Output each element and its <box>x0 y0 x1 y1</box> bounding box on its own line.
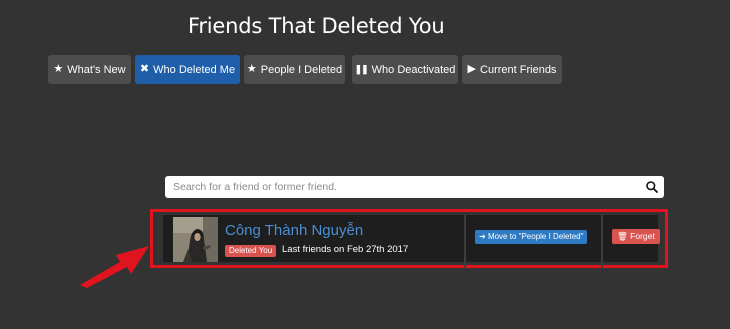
friend-row: Công Thành Nguyễn Deleted You Last frien… <box>150 209 668 268</box>
status-badge: Deleted You <box>225 245 277 257</box>
avatar-image <box>173 217 218 262</box>
tab-label: What's New <box>67 63 126 76</box>
tab-whats-new[interactable]: ★ What's New <box>48 55 131 84</box>
forget-button[interactable]: 🗑 Forget <box>612 229 660 244</box>
tab-label: Who Deleted Me <box>153 63 236 76</box>
avatar[interactable] <box>173 217 218 262</box>
tab-label: People I Deleted <box>260 63 343 76</box>
tab-who-deleted-me[interactable]: ✖ Who Deleted Me <box>135 55 240 84</box>
page: Friends That Deleted You ★ What's New ✖ … <box>0 0 730 329</box>
move-to-people-i-deleted-button[interactable]: ➜ Move to "People I Deleted" <box>475 230 588 244</box>
star-icon: ★ <box>53 63 64 75</box>
tab-label: Who Deactivated <box>371 63 456 76</box>
move-button-label: Move to "People I Deleted" <box>487 232 584 241</box>
search-icon[interactable] <box>645 180 659 194</box>
arrow-right-icon: ➜ <box>479 232 486 241</box>
search-box <box>165 176 664 198</box>
forget-button-label: Forget <box>630 231 655 241</box>
play-icon: ▶ <box>467 63 477 75</box>
search-input[interactable] <box>165 176 635 198</box>
friend-name[interactable]: Công Thành Nguyễn <box>225 222 363 239</box>
tab-label: Current Friends <box>480 63 557 76</box>
pause-icon: ❚❚ <box>354 64 369 74</box>
red-arrow-annotation <box>80 246 149 288</box>
trash-icon: 🗑 <box>617 231 628 241</box>
x-icon: ✖ <box>139 63 150 75</box>
page-title: Friends That Deleted You <box>188 14 445 38</box>
tab-who-deactivated[interactable]: ❚❚ Who Deactivated <box>352 55 458 84</box>
tab-current-friends[interactable]: ▶ Current Friends <box>462 55 562 84</box>
star-icon: ★ <box>246 63 257 75</box>
tab-people-i-deleted[interactable]: ★ People I Deleted <box>244 55 345 84</box>
last-friends-date: Last friends on Feb 27th 2017 <box>282 244 409 255</box>
